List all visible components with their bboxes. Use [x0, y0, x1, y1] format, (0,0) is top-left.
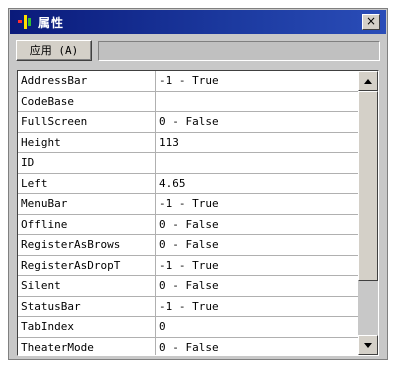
property-row[interactable]: AddressBar -1 - True [18, 71, 358, 92]
property-row[interactable]: CodeBase [18, 91, 358, 112]
scroll-down-button[interactable] [358, 335, 378, 355]
property-name[interactable]: FullScreen [18, 112, 156, 132]
app-icon [18, 15, 31, 29]
property-row[interactable]: FullScreen 0 - False [18, 112, 358, 133]
property-row[interactable]: TabIndex 0 [18, 317, 358, 338]
property-value[interactable]: 0 - False [156, 235, 358, 255]
property-row[interactable]: MenuBar -1 - True [18, 194, 358, 215]
property-name[interactable]: TheaterMode [18, 337, 156, 355]
property-value[interactable] [156, 92, 358, 112]
property-row[interactable]: Silent 0 - False [18, 276, 358, 297]
property-grid: AddressBar -1 - True CodeBase FullScreen 0 -… [17, 70, 379, 356]
property-value[interactable]: 0 - False [156, 112, 358, 132]
chevron-down-icon [364, 343, 372, 348]
property-row[interactable]: RegisterAsDropT -1 - True [18, 255, 358, 276]
property-value[interactable]: 4.65 [156, 174, 358, 194]
close-icon: × [365, 14, 377, 28]
property-value[interactable]: 113 [156, 133, 358, 153]
property-value[interactable]: 0 - False [156, 276, 358, 296]
property-value[interactable] [156, 153, 358, 173]
chevron-up-icon [364, 79, 372, 84]
property-row[interactable]: RegisterAsBrows 0 - False [18, 235, 358, 256]
property-list: AddressBar -1 - True CodeBase FullScreen 0 -… [18, 71, 358, 356]
property-row[interactable]: TheaterMode 0 - False [18, 337, 358, 356]
properties-window: 属性 × 应用 (A) AddressBar -1 - True CodeBase F… [8, 8, 388, 360]
property-name[interactable]: Height [18, 132, 156, 152]
property-name[interactable]: ID [18, 153, 156, 173]
property-value[interactable]: -1 - True [156, 194, 358, 214]
vertical-scrollbar[interactable] [358, 71, 378, 355]
window-title: 属性 [38, 16, 65, 30]
property-value[interactable]: 0 - False [156, 338, 358, 356]
title-bar[interactable]: 属性 × [10, 10, 386, 34]
property-name[interactable]: MenuBar [18, 194, 156, 214]
property-row[interactable]: Offline 0 - False [18, 214, 358, 235]
property-value[interactable]: 0 - False [156, 215, 358, 235]
property-row[interactable]: ID [18, 153, 358, 174]
property-value[interactable]: -1 - True [156, 256, 358, 276]
property-value[interactable]: -1 - True [156, 71, 358, 91]
property-name[interactable]: AddressBar [18, 71, 156, 91]
property-name[interactable]: CodeBase [18, 91, 156, 111]
close-button[interactable]: × [362, 14, 380, 30]
apply-button[interactable]: 应用 (A) [16, 40, 92, 61]
property-value[interactable]: -1 - True [156, 297, 358, 317]
scroll-thumb[interactable] [358, 91, 378, 281]
property-value-field[interactable] [98, 41, 380, 61]
property-name[interactable]: StatusBar [18, 296, 156, 316]
property-name[interactable]: TabIndex [18, 317, 156, 337]
property-name[interactable]: RegisterAsDropT [18, 255, 156, 275]
scroll-up-button[interactable] [358, 71, 378, 91]
property-row[interactable]: Height 113 [18, 132, 358, 153]
property-name[interactable]: Silent [18, 276, 156, 296]
property-name[interactable]: RegisterAsBrows [18, 235, 156, 255]
property-value[interactable]: 0 [156, 317, 358, 337]
property-name[interactable]: Left [18, 173, 156, 193]
property-name[interactable]: Offline [18, 214, 156, 234]
property-row[interactable]: Left 4.65 [18, 173, 358, 194]
toolbar: 应用 (A) [10, 36, 386, 66]
property-row[interactable]: StatusBar -1 - True [18, 296, 358, 317]
